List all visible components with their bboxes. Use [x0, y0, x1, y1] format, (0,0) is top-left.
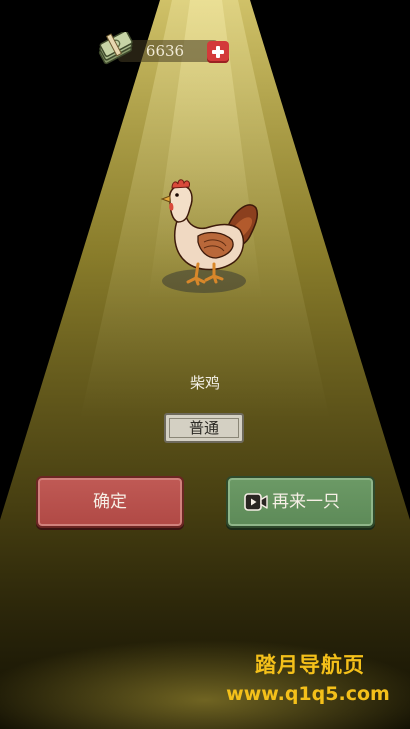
rarity-badge: 普通	[164, 413, 244, 443]
currency-bar: 6636	[96, 32, 234, 66]
draw-again-button[interactable]: 再来一只	[226, 476, 375, 528]
watermark-title: 踏月导航页	[255, 653, 365, 677]
confirm-button-label: 确定	[93, 492, 127, 512]
currency-amount: 6636	[145, 42, 185, 60]
cash-stack-icon	[98, 32, 133, 65]
pet-name: 柴鸡	[189, 374, 220, 392]
chicken-pet-image	[160, 179, 259, 293]
rarity-label: 普通	[188, 419, 219, 437]
watermark: 踏月导航页 www.q1q5.com	[210, 650, 410, 708]
spotlight-beam	[0, 0, 410, 729]
add-currency-button[interactable]	[207, 41, 229, 63]
watermark-url: www.q1q5.com	[226, 683, 390, 705]
video-icon	[244, 493, 268, 511]
draw-again-button-label: 再来一只	[272, 492, 340, 512]
confirm-button[interactable]: 确定	[36, 476, 184, 528]
